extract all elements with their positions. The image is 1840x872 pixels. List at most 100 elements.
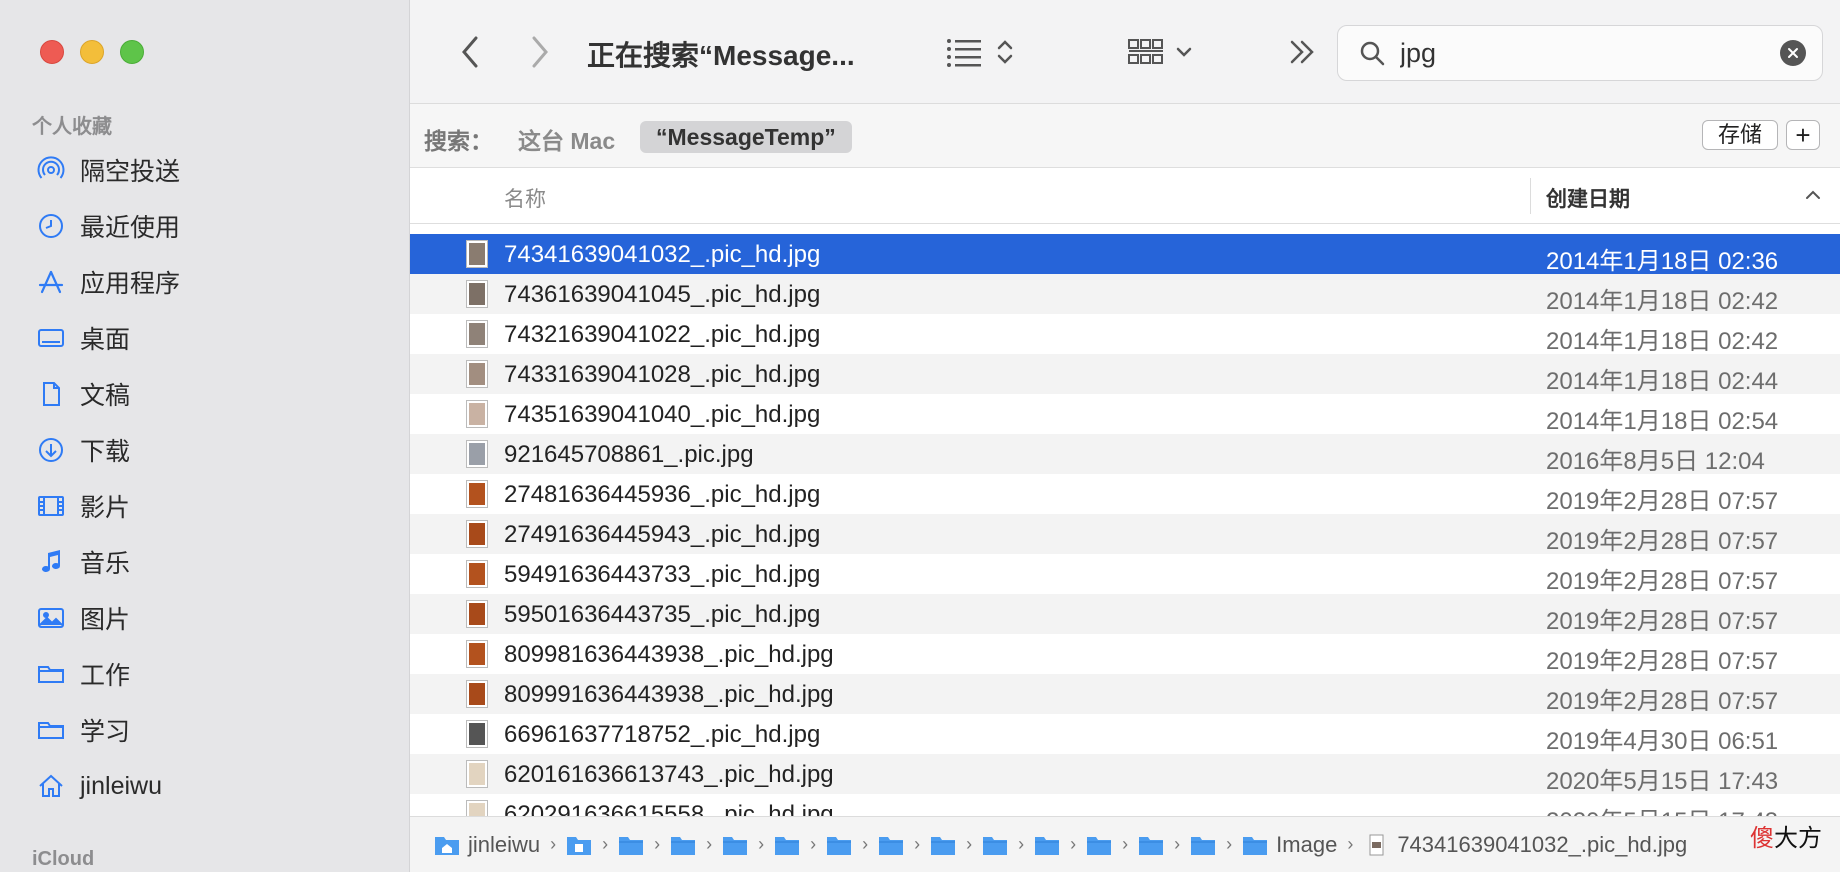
file-row[interactable]: 620161636613743_.pic_hd.jpg 2020年5月15日 17… [410, 754, 1840, 795]
path-item-library[interactable] [566, 834, 592, 856]
path-folder-group: › › › › › › › › › › › › [618, 834, 1242, 856]
sidebar-item-downloads[interactable]: 下载 [0, 422, 410, 478]
back-button[interactable] [452, 32, 488, 72]
sidebar-item-applications[interactable]: 应用程序 [0, 254, 410, 310]
path-item-folder[interactable] [826, 834, 852, 856]
file-row[interactable]: 74321639041022_.pic_hd.jpg 2014年1月18日 02:… [410, 314, 1840, 355]
path-item-folder[interactable] [774, 834, 800, 856]
zoom-window-button[interactable] [120, 40, 144, 64]
file-row[interactable]: 27491636445943_.pic_hd.jpg 2019年2月28日 07:… [410, 514, 1840, 555]
close-icon [1788, 48, 1798, 58]
file-row[interactable]: 74361639041045_.pic_hd.jpg 2014年1月18日 02:… [410, 274, 1840, 315]
close-window-button[interactable] [40, 40, 64, 64]
path-item-folder[interactable] [670, 834, 696, 856]
column-date-header[interactable]: 创建日期 [1546, 183, 1630, 213]
thumbnail-fill [469, 803, 485, 816]
file-row[interactable]: 620291636615558_.pic_hd.jpg 2020年5月15日 17… [410, 794, 1840, 816]
image-file-icon [1369, 834, 1384, 855]
file-name: 66961637718752_.pic_hd.jpg [504, 721, 821, 748]
sidebar-item-recents[interactable]: 最近使用 [0, 198, 410, 254]
path-separator: › [550, 834, 557, 854]
minimize-window-button[interactable] [80, 40, 104, 64]
search-field[interactable] [1337, 25, 1823, 81]
image-thumbnail-icon [466, 440, 488, 468]
sidebar-item-work[interactable]: 工作 [0, 646, 410, 702]
scope-this-mac-button[interactable]: 这台 Mac [518, 122, 615, 156]
path-item-image[interactable]: Image [1242, 832, 1337, 858]
thumbnail-fill [469, 523, 485, 545]
path-item-folder[interactable] [1190, 834, 1216, 856]
sidebar-item-home[interactable]: jinleiwu [0, 758, 410, 814]
file-row[interactable]: 59501636443735_.pic_hd.jpg 2019年2月28日 07:… [410, 594, 1840, 635]
save-search-button[interactable]: 存储 [1702, 120, 1778, 150]
image-thumbnail-icon [466, 520, 488, 548]
sidebar-item-study[interactable]: 学习 [0, 702, 410, 758]
column-divider[interactable] [1530, 178, 1531, 214]
icloud-heading: iCloud [32, 848, 95, 870]
sidebar-item-documents[interactable]: 文稿 [0, 366, 410, 422]
forward-button[interactable] [522, 32, 558, 72]
file-row[interactable]: 27481636445936_.pic_hd.jpg 2019年2月28日 07:… [410, 474, 1840, 515]
path-item-folder[interactable] [618, 834, 644, 856]
file-row[interactable]: 74331639041028_.pic_hd.jpg 2014年1月18日 02:… [410, 354, 1840, 395]
sidebar-item-airdrop[interactable]: 隔空投送 [0, 142, 410, 198]
view-list-button[interactable] [940, 32, 1020, 72]
path-separator: › [602, 834, 609, 854]
applications-icon [36, 267, 66, 297]
sidebar-item-movies[interactable]: 影片 [0, 478, 410, 534]
grid-group-icon [1128, 39, 1163, 64]
thumbnail-fill [469, 443, 485, 465]
search-input[interactable] [1400, 37, 1760, 69]
column-name-header[interactable]: 名称 [504, 183, 546, 213]
sidebar-item-music[interactable]: 音乐 [0, 534, 410, 590]
file-name: 74321639041022_.pic_hd.jpg [504, 321, 821, 348]
add-criteria-button[interactable]: + [1786, 120, 1820, 150]
sidebar-item-label: 影片 [80, 494, 131, 522]
file-row[interactable]: 921645708861_.pic.jpg 2016年8月5日 12:04 [410, 434, 1840, 475]
clear-search-button[interactable] [1780, 40, 1806, 66]
path-item-folder[interactable] [1138, 834, 1164, 856]
download-icon [36, 435, 66, 465]
search-scope-bar: 搜索： 这台 Mac “MessageTemp” 存储 + [410, 104, 1840, 168]
path-separator: › [862, 834, 869, 854]
file-row[interactable]: 74341639041032_.pic_hd.jpg 2014年1月18日 02:… [410, 234, 1840, 275]
path-item-folder[interactable] [1034, 834, 1060, 856]
path-item-folder[interactable] [982, 834, 1008, 856]
thumbnail-fill [469, 683, 485, 705]
file-row[interactable]: 809981636443938_.pic_hd.jpg 2019年2月28日 07… [410, 634, 1840, 675]
file-name: 74341639041032_.pic_hd.jpg [504, 241, 821, 268]
sidebar-item-desktop[interactable]: 桌面 [0, 310, 410, 366]
file-row[interactable]: 74351639041040_.pic_hd.jpg 2014年1月18日 02:… [410, 394, 1840, 435]
path-item-folder[interactable] [930, 834, 956, 856]
thumbnail-fill [469, 283, 485, 305]
path-separator: › [1347, 834, 1354, 854]
group-by-button[interactable] [1120, 32, 1200, 72]
sidebar-item-pictures[interactable]: 图片 [0, 590, 410, 646]
path-item-folder[interactable] [1086, 834, 1112, 856]
image-thumbnail-icon [466, 720, 488, 748]
file-name: 620161636613743_.pic_hd.jpg [504, 761, 834, 788]
file-row[interactable]: 809991636443938_.pic_hd.jpg 2019年2月28日 07… [410, 674, 1840, 715]
path-item-folder[interactable] [878, 834, 904, 856]
folder-icon [1087, 836, 1112, 855]
path-item-folder[interactable] [722, 834, 748, 856]
watermark: 傻大方 [1750, 818, 1822, 853]
more-toolbar-button[interactable] [1280, 32, 1324, 72]
path-separator: › [810, 834, 817, 854]
scope-messagetemp-button[interactable]: “MessageTemp” [640, 121, 852, 153]
path-item-label: Image [1276, 831, 1338, 857]
file-date: 2020年5月15日 17:43 [1546, 801, 1778, 816]
thumbnail-fill [469, 483, 485, 505]
sort-ascending-icon [1806, 190, 1820, 199]
sidebar-item-label: 隔空投送 [80, 158, 181, 186]
file-row[interactable]: 66961637718752_.pic_hd.jpg 2019年4月30日 06:… [410, 714, 1840, 755]
path-item-home[interactable]: jinleiwu [434, 832, 540, 858]
file-date: 2016年8月5日 12:04 [1546, 448, 1765, 475]
path-item-file[interactable]: 74341639041032_.pic_hd.jpg [1363, 832, 1687, 858]
file-row[interactable]: 59491636443733_.pic_hd.jpg 2019年2月28日 07:… [410, 554, 1840, 595]
image-thumbnail-icon [466, 640, 488, 668]
sidebar-item-label: 下载 [80, 438, 131, 466]
file-name: 921645708861_.pic.jpg [504, 441, 754, 468]
thumbnail-fill [469, 563, 485, 585]
image-thumbnail-icon [466, 240, 488, 268]
